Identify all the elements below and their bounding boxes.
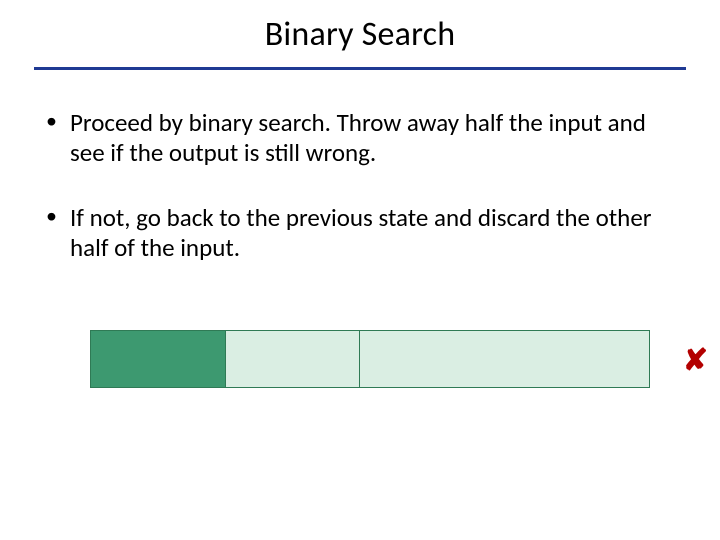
slide: Binary Search Proceed by binary search. … (0, 0, 720, 540)
binary-search-diagram: ✘ (90, 330, 700, 388)
input-bar (90, 330, 650, 388)
wrong-icon: ✘ (683, 346, 708, 376)
slide-title: Binary Search (34, 14, 686, 55)
bullet-item: Proceed by binary search. Throw away hal… (70, 108, 686, 167)
segment-discarded (225, 331, 359, 387)
bullet-item: If not, go back to the previous state an… (70, 203, 686, 262)
segment-discarded (359, 331, 649, 387)
segment-kept (91, 331, 225, 387)
bullet-list: Proceed by binary search. Throw away hal… (34, 108, 686, 262)
title-underline (34, 67, 686, 70)
